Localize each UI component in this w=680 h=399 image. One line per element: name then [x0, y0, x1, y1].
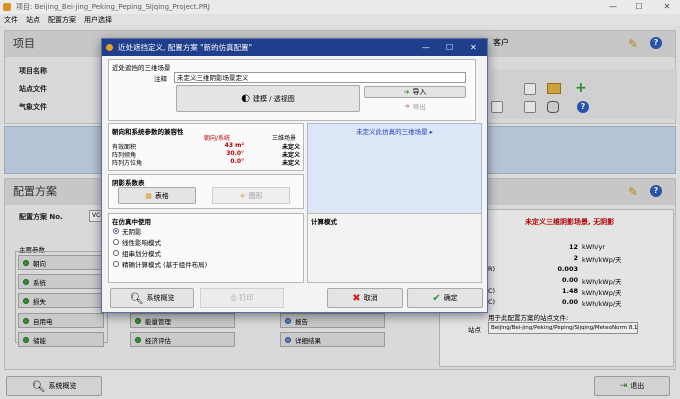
option-strings-label: 组串划分模式	[122, 249, 161, 258]
compat-value: 30.0°	[226, 150, 244, 157]
dialog-title: 近处遮挡定义, 配置方案 "新的仿真配置"	[118, 43, 253, 52]
dialog-overview-icon: 🔍︎	[129, 291, 144, 305]
undefined-scene-message: 未定义此仿真的三维场景 ▸	[356, 128, 433, 136]
compat-label: 有效面积	[112, 144, 137, 151]
compat-value: 43 m²	[224, 142, 244, 149]
compat-header-system: 朝向/系统	[204, 135, 231, 142]
compat-row: 阵列倾角 30.0° 未定义	[112, 150, 300, 159]
import-button[interactable]: ➜ 导入	[364, 86, 466, 98]
compat-row: 阵列方位角 0.0° 未定义	[112, 158, 300, 167]
dialog-close-button[interactable]: ✕	[470, 39, 477, 56]
graph-icon: ★	[239, 191, 246, 200]
construction-label: 建模 / 透视图	[252, 94, 295, 103]
radio-detailed[interactable]	[113, 260, 119, 267]
comment-label: 注释	[154, 75, 167, 83]
dialog-app-icon	[106, 44, 113, 51]
simulation-options: 无阴影 线性影响模式 组串划分模式 精确计算模式 (基于组件布局)	[113, 225, 207, 269]
option-strings[interactable]: 组串划分模式	[113, 247, 207, 258]
compat-label: 阵列方位角	[112, 160, 143, 167]
option-no-shading-label: 无阴影	[122, 227, 142, 236]
near-shadings-dialog: 近处遮挡定义, 配置方案 "新的仿真配置" — ☐ ✕ 近处遮挡的三维场景 注释…	[101, 38, 488, 313]
graph-label: 图形	[248, 191, 263, 200]
ok-label: 确定	[443, 294, 458, 302]
radio-linear[interactable]	[113, 238, 119, 245]
dialog-minimize-button[interactable]: —	[422, 39, 430, 56]
cancel-label: 取消	[363, 294, 378, 302]
compat-table: 有效面积 43 m² 未定义 阵列倾角 30.0° 未定义 阵列方位角 0.0° 未定义	[112, 142, 300, 167]
table-label: 表格	[154, 191, 169, 200]
import-label: 导入	[412, 88, 427, 96]
export-button[interactable]: ➜ 导出	[364, 100, 466, 112]
radio-strings[interactable]	[113, 249, 119, 256]
compat-label: 阵列倾角	[112, 152, 137, 159]
option-detailed-label: 精确计算模式 (基于组件布局)	[122, 260, 208, 269]
option-linear[interactable]: 线性影响模式	[113, 236, 207, 247]
table-icon: ▦	[145, 191, 152, 200]
print-button[interactable]: ⎙ 打印	[200, 288, 284, 308]
option-detailed[interactable]: 精确计算模式 (基于组件布局)	[113, 258, 207, 269]
compat-scene: 未定义	[281, 152, 300, 159]
dialog-overview-label: 系统概览	[146, 294, 175, 302]
graph-button[interactable]: ★ 图形	[212, 187, 290, 204]
option-no-shading[interactable]: 无阴影	[113, 225, 207, 236]
print-label: 打印	[239, 294, 254, 302]
dialog-titlebar: 近处遮挡定义, 配置方案 "新的仿真配置" — ☐ ✕	[102, 39, 487, 56]
ok-check-icon: ✔	[432, 292, 441, 304]
comment-input[interactable]: 未定义三维阴影场景定义	[174, 72, 466, 83]
compat-scene: 未定义	[281, 160, 300, 167]
dialog-maximize-button[interactable]: ☐	[446, 39, 453, 56]
calculation-mode-group: 计算模式	[307, 213, 482, 283]
compat-value: 0.0°	[230, 158, 244, 165]
construction-perspective-button[interactable]: ◐ 建模 / 透视图	[176, 85, 360, 112]
ok-button[interactable]: ✔ 确定	[407, 288, 483, 308]
cancel-button[interactable]: ✖ 取消	[327, 288, 403, 308]
radio-no-shading[interactable]	[113, 227, 119, 234]
table-button[interactable]: ▦ 表格	[118, 187, 196, 204]
moon-icon: ◐	[241, 93, 250, 104]
option-linear-label: 线性影响模式	[122, 238, 161, 247]
export-label: 导出	[412, 103, 426, 111]
compat-header-scene: 三维场景	[272, 135, 297, 142]
dialog-overview-button[interactable]: 🔍︎ 系统概览	[110, 288, 194, 308]
printer-icon: ⎙	[230, 293, 237, 302]
calculation-mode-title: 计算模式	[311, 218, 337, 226]
export-icon: ➜	[404, 102, 410, 110]
compat-scene: 未定义	[281, 144, 300, 151]
import-icon: ➜	[403, 88, 410, 96]
cancel-icon: ✖	[352, 292, 361, 304]
compat-row: 有效面积 43 m² 未定义	[112, 142, 300, 151]
